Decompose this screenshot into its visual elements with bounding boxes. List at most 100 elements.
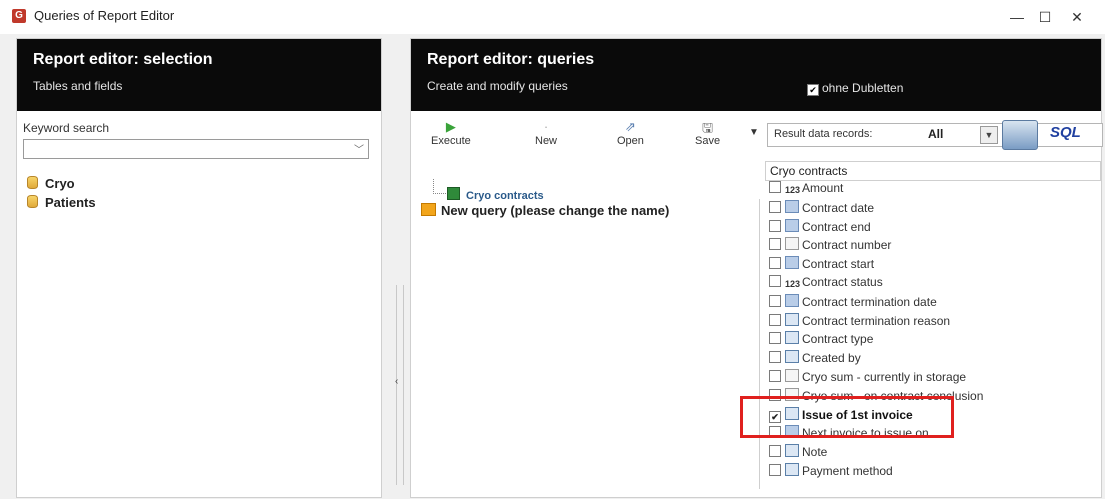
field-row[interactable]: Contract date	[769, 199, 875, 218]
chevron-down-icon[interactable]: ﹀	[354, 141, 364, 156]
keyword-search-label: Keyword search	[23, 121, 110, 135]
save-disk-icon: 🖫	[702, 120, 714, 135]
field-row[interactable]: Cryo sum - currently in storage	[769, 369, 966, 387]
list-icon	[785, 331, 799, 345]
query-name-label: New query (please change the name)	[441, 203, 670, 218]
window-title: Queries of Report Editor	[34, 8, 175, 23]
open-button[interactable]: ⇗ Open	[617, 119, 644, 147]
field-label: Contract start	[802, 257, 875, 272]
execute-button[interactable]: ▶ Execute	[431, 119, 471, 147]
field-row[interactable]: Contract number	[769, 237, 891, 255]
new-button[interactable]: · New	[535, 119, 557, 147]
new-label: New	[535, 135, 558, 147]
queries-title: Report editor: queries	[427, 51, 595, 68]
calendar-icon	[785, 293, 799, 307]
save-dropdown-arrow-icon[interactable]: ▼	[749, 127, 759, 138]
field-checkbox[interactable]	[769, 332, 781, 345]
keyword-search-input[interactable]: ﹀	[23, 139, 369, 159]
field-label: Contract type	[802, 332, 874, 347]
field-row[interactable]: 123 Contract status	[769, 275, 883, 293]
execute-label: Execute	[431, 135, 471, 147]
field-list-header: Cryo contracts	[765, 161, 1101, 181]
ohne-dubletten-label: ohne Dubletten	[822, 81, 904, 95]
query-table-cryo-contracts[interactable]: Cryo contracts	[447, 187, 544, 202]
queries-header: Report editor: queries Create and modify…	[411, 39, 1101, 111]
result-records-value[interactable]: All	[928, 127, 943, 141]
field-checkbox[interactable]	[769, 313, 781, 326]
save-button[interactable]: 🖫 Save	[695, 119, 720, 147]
table-icon	[447, 187, 460, 200]
result-records-dropdown-icon[interactable]: ▼	[980, 126, 998, 144]
field-row[interactable]: Contract type	[769, 331, 873, 349]
field-label: Contract termination date	[802, 294, 937, 309]
field-row[interactable]: Contract start	[769, 256, 874, 274]
tree-item-label: Cryo	[45, 176, 75, 191]
number-icon: 123	[785, 185, 801, 195]
field-row[interactable]: Note	[769, 444, 827, 462]
selection-panel: Report editor: selection Tables and fiel…	[16, 38, 382, 498]
field-checkbox[interactable]	[769, 257, 781, 270]
field-checkbox[interactable]	[769, 445, 781, 458]
field-label: Contract status	[802, 275, 883, 289]
field-label: Note	[802, 445, 828, 460]
text-icon	[785, 369, 799, 382]
minimize-button[interactable]: —	[1002, 6, 1032, 28]
number-icon: 123	[785, 279, 801, 289]
field-row[interactable]: Contract termination reason	[769, 312, 951, 331]
database-icon	[27, 176, 38, 189]
field-label: Cryo sum - currently in storage	[802, 370, 967, 384]
selection-title: Report editor: selection	[33, 51, 213, 68]
field-checkbox[interactable]	[769, 181, 781, 193]
field-checkbox[interactable]	[769, 200, 781, 213]
open-label: Open	[617, 135, 644, 147]
field-checkbox[interactable]	[769, 275, 781, 287]
queries-subtitle: Create and modify queries	[427, 79, 568, 93]
ohne-dubletten-option[interactable]: ✔ ohne Dubletten	[807, 81, 903, 96]
close-button[interactable]: ✕	[1062, 6, 1092, 28]
tree-item-label: Patients	[45, 195, 96, 210]
field-row[interactable]: 123 Amount	[769, 181, 843, 199]
query-splitter[interactable]	[759, 199, 764, 489]
highlight-box	[740, 396, 954, 438]
sql-button[interactable]: SQL	[1050, 124, 1081, 141]
field-row[interactable]: Contract termination date	[769, 293, 937, 312]
field-label: Contract termination reason	[802, 313, 951, 328]
tree-item-cryo[interactable]: Cryo	[27, 176, 75, 191]
database-view-icon[interactable]	[1002, 120, 1038, 150]
field-checkbox[interactable]	[769, 238, 781, 251]
database-icon	[27, 195, 38, 208]
calendar-icon	[785, 199, 799, 213]
result-records-control: Result data records: All ▼ SQL	[767, 120, 1103, 150]
window-titlebar: G Queries of Report Editor — ☐ ✕	[0, 0, 1105, 34]
field-checkbox[interactable]	[769, 464, 781, 476]
selection-subtitle: Tables and fields	[33, 79, 123, 93]
field-checkbox[interactable]	[769, 219, 781, 232]
query-icon	[421, 203, 436, 216]
field-label: Payment method	[802, 464, 893, 478]
list-icon	[785, 463, 799, 476]
maximize-button[interactable]: ☐	[1030, 6, 1060, 28]
field-row[interactable]: Contract end	[769, 218, 871, 237]
result-records-label: Result data records:	[774, 128, 873, 140]
field-checkbox[interactable]	[769, 351, 781, 364]
app-icon: G	[12, 9, 26, 23]
calendar-icon	[785, 256, 799, 270]
ohne-dubletten-checkbox[interactable]: ✔	[807, 84, 819, 96]
field-label: Amount	[802, 181, 844, 195]
calendar-icon	[785, 218, 799, 232]
tree-item-patients[interactable]: Patients	[27, 195, 96, 210]
collapse-arrow-icon[interactable]: ‹	[395, 376, 398, 387]
field-checkbox[interactable]	[769, 294, 781, 307]
query-table-label: Cryo contracts	[466, 190, 544, 202]
field-list-panel: Cryo contracts 123 Amount Contract date Con…	[765, 161, 1101, 491]
field-checkbox[interactable]	[769, 370, 781, 382]
open-folder-icon: ⇗	[625, 119, 636, 134]
field-label: Contract end	[802, 219, 871, 234]
save-label: Save	[695, 135, 721, 147]
query-name[interactable]: New query (please change the name)	[421, 203, 669, 218]
list-icon	[785, 350, 799, 364]
note-icon	[785, 444, 799, 458]
field-label: Contract date	[802, 200, 875, 215]
field-row[interactable]: Payment method	[769, 463, 893, 481]
field-row[interactable]: Created by	[769, 350, 861, 368]
